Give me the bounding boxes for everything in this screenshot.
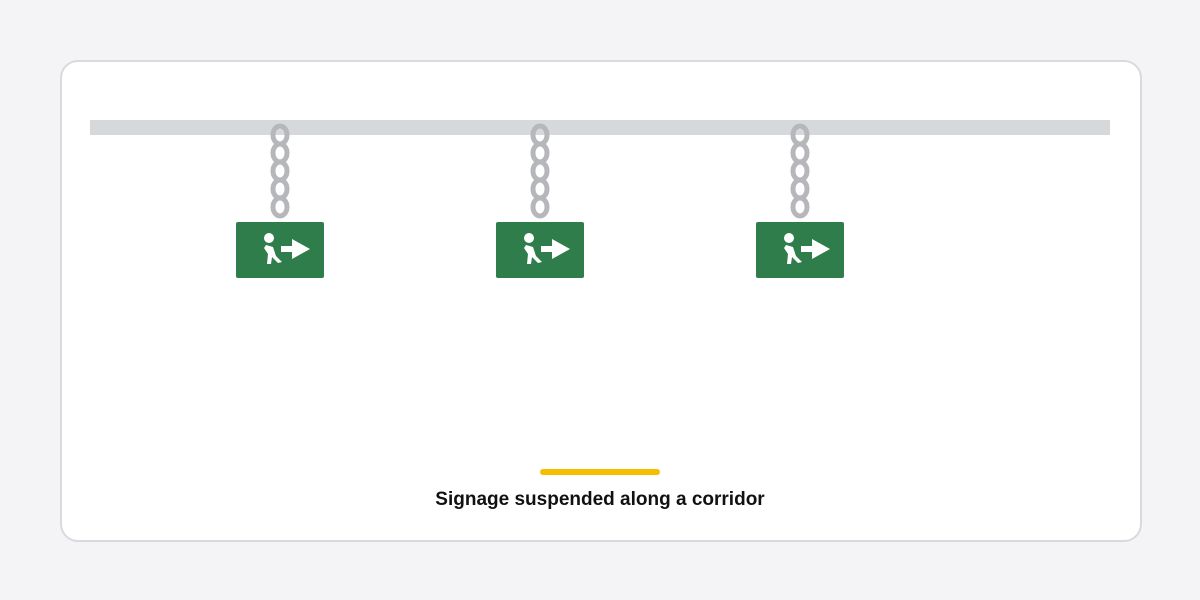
signs-layer — [236, 123, 844, 278]
person-head-icon — [524, 233, 534, 243]
chain-link — [530, 141, 550, 165]
ceiling-rail — [90, 120, 1110, 135]
chain-link — [790, 141, 810, 165]
chain-link — [270, 195, 290, 219]
person-head-icon — [264, 233, 274, 243]
exit-sign-panel — [756, 222, 844, 278]
chain-link — [790, 159, 810, 183]
exit-sign-panel — [236, 222, 324, 278]
chain-link — [790, 195, 810, 219]
chain-link — [790, 177, 810, 201]
person-head-icon — [784, 233, 794, 243]
hanging-sign — [756, 123, 844, 278]
caption: Signage suspended along a corridor — [435, 489, 765, 510]
chain — [790, 123, 810, 219]
chain-link — [270, 141, 290, 165]
chain-link — [530, 195, 550, 219]
chain — [270, 123, 290, 219]
chain-link — [530, 177, 550, 201]
exit-sign-panel — [496, 222, 584, 278]
chain-link — [270, 177, 290, 201]
hanging-sign — [496, 123, 584, 278]
caption-accent-bar — [540, 469, 660, 475]
chain-link — [270, 159, 290, 183]
chain — [530, 123, 550, 219]
chain-link — [530, 159, 550, 183]
hanging-sign — [236, 123, 324, 278]
